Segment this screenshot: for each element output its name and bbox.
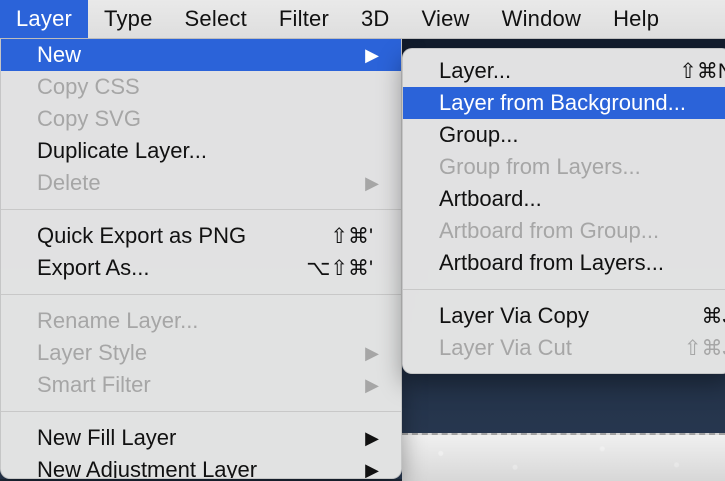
menu-separator: [403, 289, 725, 290]
menu-item-label: Layer Via Copy: [439, 303, 589, 329]
menu-item-shortcut: ⌥⇧⌘': [306, 252, 373, 284]
submenu-item-artboard[interactable]: Artboard...: [403, 183, 725, 215]
menubar-window[interactable]: Window: [486, 0, 597, 38]
menu-item-label: Group...: [439, 122, 518, 148]
menu-item-label: Export As...: [37, 255, 150, 281]
menu-item-label: Copy SVG: [37, 106, 141, 132]
menu-item-label: Artboard from Layers...: [439, 250, 664, 276]
menu-item-export-as[interactable]: Export As... ⌥⇧⌘': [1, 252, 401, 284]
menu-item-label: Copy CSS: [37, 74, 140, 100]
menu-item-rename-layer: Rename Layer...: [1, 305, 401, 337]
menu-item-label: Artboard from Group...: [439, 218, 659, 244]
menu-item-label: Group from Layers...: [439, 154, 641, 180]
submenu-item-layer-via-copy[interactable]: Layer Via Copy ⌘J: [403, 300, 725, 332]
submenu-item-group[interactable]: Group...: [403, 119, 725, 151]
menu-item-label: Quick Export as PNG: [37, 223, 246, 249]
menubar-layer[interactable]: Layer: [0, 0, 88, 38]
submenu-arrow-icon: ▶: [365, 337, 379, 369]
submenu-arrow-icon: ▶: [365, 454, 379, 479]
menu-item-label: Rename Layer...: [37, 308, 198, 334]
menu-item-label: Layer Via Cut: [439, 335, 572, 361]
menu-item-label: Delete: [37, 170, 101, 196]
submenu-item-layer-via-cut: Layer Via Cut ⇧⌘J: [403, 332, 725, 364]
menu-item-shortcut: ⇧⌘J: [684, 332, 725, 364]
menu-item-label: Layer from Background...: [439, 90, 686, 116]
menu-item-delete: Delete ▶: [1, 167, 401, 199]
menu-item-duplicate-layer[interactable]: Duplicate Layer...: [1, 135, 401, 167]
menu-separator: [1, 294, 401, 295]
menu-item-label: New Adjustment Layer: [37, 457, 257, 479]
menu-item-label: Layer...: [439, 58, 511, 84]
menu-item-label: Duplicate Layer...: [37, 138, 207, 164]
menu-item-label: New Fill Layer: [37, 425, 176, 451]
app-menubar: Layer Type Select Filter 3D View Window …: [0, 0, 725, 39]
menu-item-label: Smart Filter: [37, 372, 151, 398]
menubar-select[interactable]: Select: [169, 0, 263, 38]
submenu-arrow-icon: ▶: [365, 422, 379, 454]
menu-item-shortcut: ⇧⌘': [330, 220, 373, 252]
canvas-image-strip: [402, 433, 725, 481]
layer-menu: New ▶ Copy CSS Copy SVG Duplicate Layer.…: [0, 38, 402, 479]
menu-separator: [1, 411, 401, 412]
menu-item-smart-filter: Smart Filter ▶: [1, 369, 401, 401]
submenu-item-artboard-from-group: Artboard from Group...: [403, 215, 725, 247]
menubar-filter[interactable]: Filter: [263, 0, 345, 38]
menubar-help[interactable]: Help: [597, 0, 675, 38]
new-submenu: Layer... ⇧⌘N Layer from Background... Gr…: [402, 48, 725, 374]
menu-item-quick-export-png[interactable]: Quick Export as PNG ⇧⌘': [1, 220, 401, 252]
submenu-item-layer-from-background[interactable]: Layer from Background...: [403, 87, 725, 119]
menu-item-new-fill-layer[interactable]: New Fill Layer ▶: [1, 422, 401, 454]
menubar-type[interactable]: Type: [88, 0, 169, 38]
menu-item-shortcut: ⇧⌘N: [679, 55, 725, 87]
submenu-item-group-from-layers: Group from Layers...: [403, 151, 725, 183]
menu-item-new-adjustment-layer[interactable]: New Adjustment Layer ▶: [1, 454, 401, 479]
menu-item-copy-css: Copy CSS: [1, 71, 401, 103]
menu-separator: [1, 209, 401, 210]
submenu-arrow-icon: ▶: [365, 369, 379, 401]
menu-item-label: New: [37, 42, 81, 68]
menu-item-label: Artboard...: [439, 186, 542, 212]
menubar-view[interactable]: View: [406, 0, 486, 38]
submenu-item-layer[interactable]: Layer... ⇧⌘N: [403, 55, 725, 87]
menu-item-shortcut: ⌘J: [702, 300, 725, 332]
submenu-arrow-icon: ▶: [365, 39, 379, 71]
menu-item-copy-svg: Copy SVG: [1, 103, 401, 135]
menu-item-new[interactable]: New ▶: [1, 39, 401, 71]
menu-item-layer-style: Layer Style ▶: [1, 337, 401, 369]
submenu-arrow-icon: ▶: [365, 167, 379, 199]
submenu-item-artboard-from-layers[interactable]: Artboard from Layers...: [403, 247, 725, 279]
menubar-3d[interactable]: 3D: [345, 0, 406, 38]
menu-item-label: Layer Style: [37, 340, 147, 366]
